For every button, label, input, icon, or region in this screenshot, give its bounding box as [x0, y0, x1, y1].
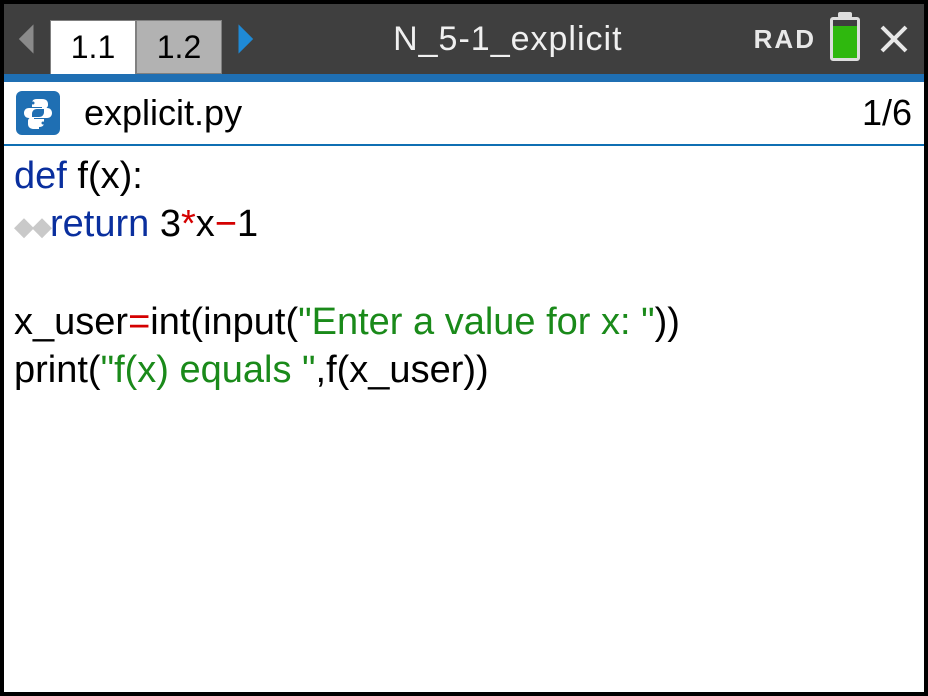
filename-label: explicit.py — [84, 92, 242, 134]
calculator-screen: 1.1 1.2 N_5-1_explicit RAD — [0, 0, 928, 696]
tab-label: 1.1 — [71, 29, 115, 66]
colon: : — [132, 155, 143, 197]
literal-3: 3 — [160, 203, 181, 245]
operator-minus: − — [215, 203, 237, 245]
comma: , — [316, 349, 327, 391]
accent-bar — [4, 74, 924, 82]
literal-1: 1 — [237, 203, 258, 245]
next-page-arrow[interactable] — [226, 4, 262, 74]
paren-close: ) — [120, 155, 133, 197]
battery-icon — [830, 17, 860, 61]
operator-star: * — [181, 203, 196, 245]
paren-open: ( — [88, 155, 101, 197]
arg-xuser: x_user — [349, 349, 463, 391]
tab-1-2[interactable]: 1.2 — [136, 20, 222, 74]
tab-label: 1.2 — [157, 29, 201, 66]
python-icon — [16, 91, 60, 135]
var-xuser: x_user — [14, 301, 128, 343]
operator-assign: = — [128, 301, 150, 343]
angle-mode-indicator: RAD — [754, 24, 816, 55]
file-header-row: explicit.py 1/6 — [4, 82, 924, 146]
function-name: f — [77, 155, 88, 197]
call-f: f — [326, 349, 337, 391]
param-x: x — [101, 155, 120, 197]
tabs-row: 1.1 1.2 — [50, 4, 222, 74]
keyword-return: return — [50, 203, 149, 245]
titlebar: 1.1 1.2 N_5-1_explicit RAD — [4, 4, 924, 74]
builtin-int: int — [150, 301, 190, 343]
keyword-def: def — [14, 155, 67, 197]
tab-1-1[interactable]: 1.1 — [50, 20, 136, 74]
builtin-print: print — [14, 349, 88, 391]
string-prompt: "Enter a value for x: " — [298, 301, 654, 343]
code-editor[interactable]: def f(x): ◆◆return 3*x−1 x_user=int(inpu… — [4, 146, 924, 692]
var-x: x — [196, 203, 215, 245]
string-output: "f(x) equals " — [101, 349, 316, 391]
indent-marker: ◆◆ — [14, 211, 50, 241]
status-right: RAD — [754, 17, 918, 61]
line-indicator: 1/6 — [862, 92, 912, 134]
close-button[interactable] — [874, 19, 914, 59]
document-title: N_5-1_explicit — [266, 20, 750, 59]
prev-page-arrow[interactable] — [10, 4, 46, 74]
builtin-input: input — [203, 301, 285, 343]
